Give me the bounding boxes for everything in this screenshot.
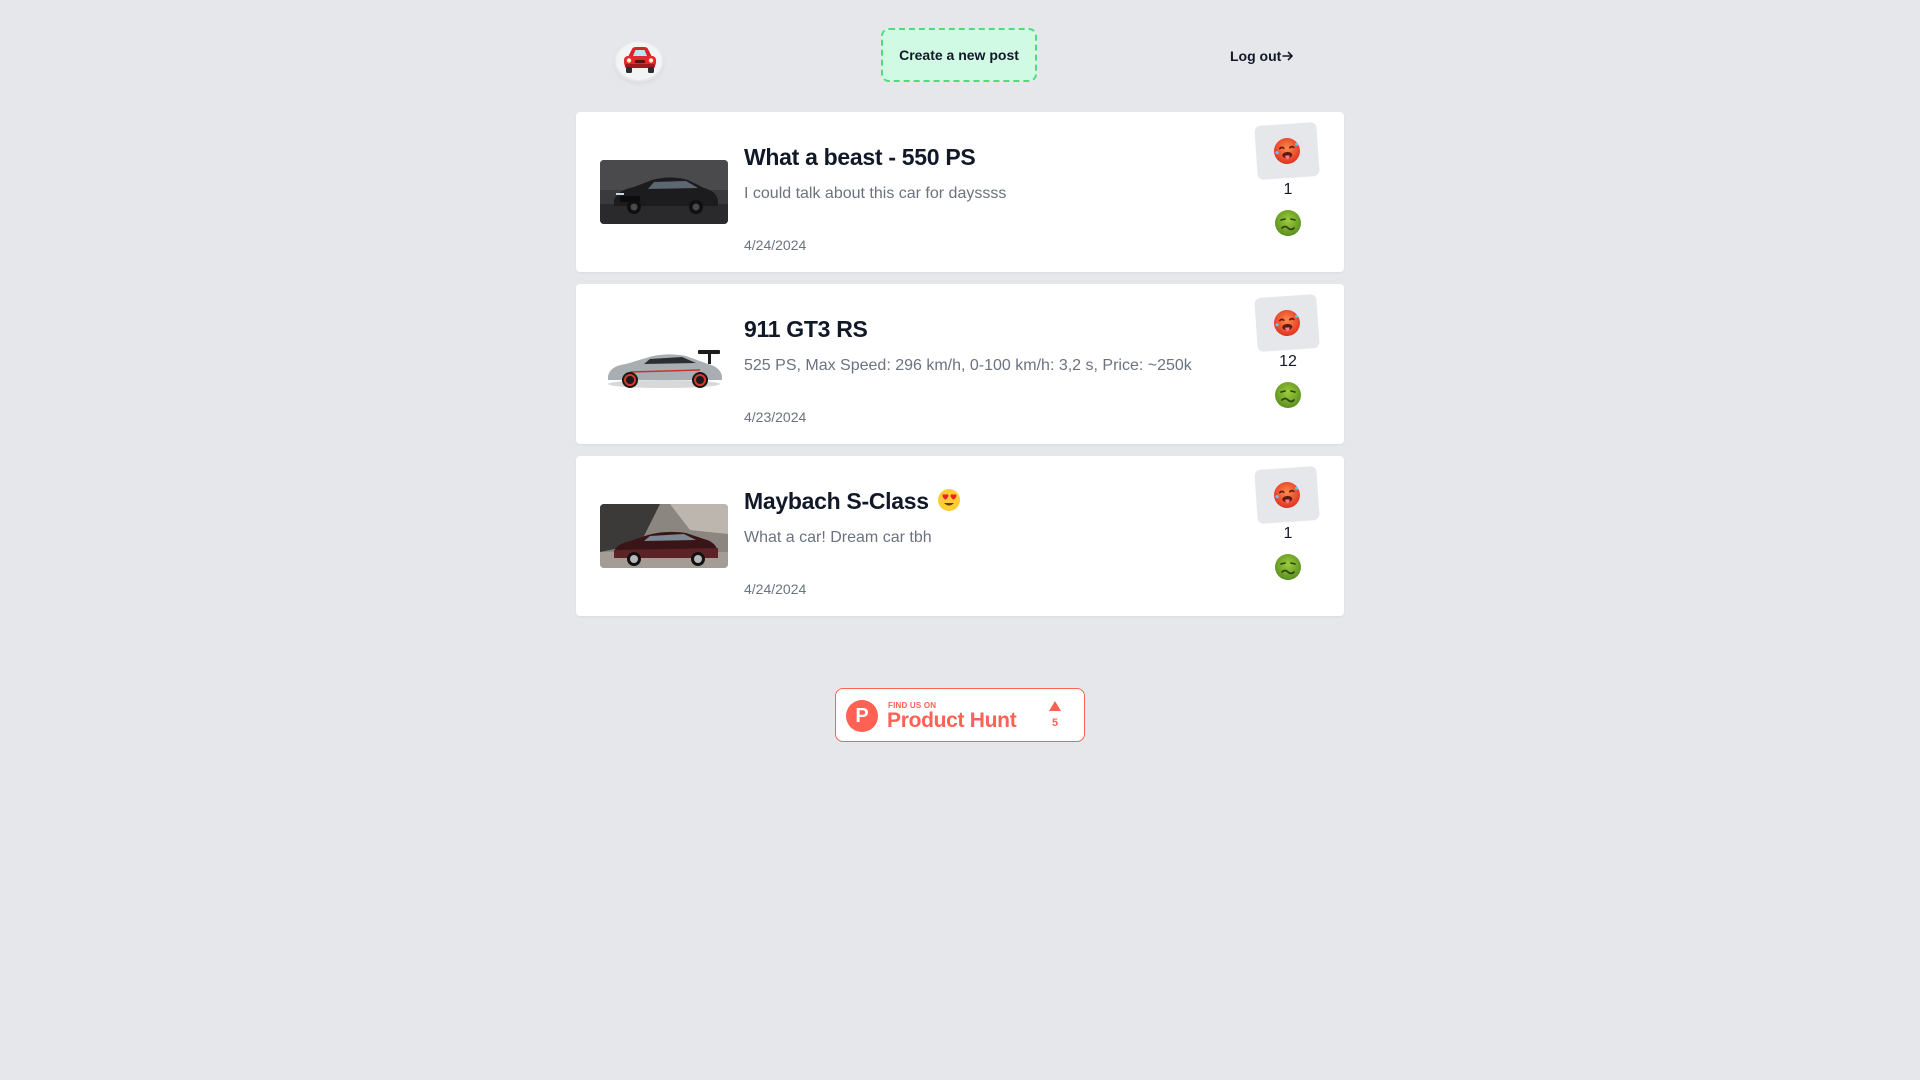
post-title[interactable]: Maybach S-Class [744, 488, 961, 515]
post-description: I could talk about this car for dayssss [744, 185, 1007, 202]
post-thumbnail[interactable] [600, 160, 728, 224]
logout-label: Log out [1230, 48, 1282, 64]
vote-panel: 1 [1254, 121, 1320, 238]
post-title-text: 911 GT3 RS [744, 316, 868, 342]
post-date: 4/23/2024 [744, 409, 807, 425]
vote-count: 1 [1283, 525, 1293, 542]
hot-face-emoji-icon [1274, 138, 1300, 164]
nauseated-face-emoji-icon [1275, 382, 1301, 408]
create-post-button[interactable]: Create a new post [881, 28, 1037, 82]
vote-panel: 1 [1254, 465, 1320, 582]
product-hunt-logo-icon: P [846, 700, 878, 732]
post-list: What a beast - 550 PS I could talk about… [576, 112, 1344, 628]
top-nav: Create a new post Log out [0, 0, 1920, 112]
upvote-button[interactable] [1254, 293, 1320, 353]
home-logo[interactable] [614, 36, 666, 82]
hot-face-emoji-icon [1274, 310, 1300, 336]
upvote-button[interactable] [1254, 465, 1320, 525]
product-hunt-upvote-count: 5 [1051, 717, 1059, 729]
post-description: What a car! Dream car tbh [744, 529, 932, 546]
post-card[interactable]: What a beast - 550 PS I could talk about… [576, 112, 1344, 272]
post-title[interactable]: 911 GT3 RS [744, 316, 868, 343]
vote-count: 12 [1279, 353, 1297, 370]
heart-eyes-emoji-icon [937, 489, 960, 511]
downvote-button[interactable] [1256, 208, 1320, 238]
maroon-luxury-sedan-photo [600, 504, 728, 568]
post-description: 525 PS, Max Speed: 296 km/h, 0-100 km/h:… [744, 357, 1192, 374]
upvote-triangle-icon [1049, 701, 1061, 711]
dark-sports-coupe-photo [600, 160, 728, 224]
vote-count: 1 [1283, 181, 1293, 198]
post-thumbnail[interactable] [600, 332, 728, 396]
nauseated-face-emoji-icon [1275, 210, 1301, 236]
hot-face-emoji-icon [1274, 482, 1300, 508]
post-thumbnail[interactable] [600, 504, 728, 568]
post-title-text: What a beast - 550 PS [744, 144, 976, 170]
post-card[interactable]: 911 GT3 RS 525 PS, Max Speed: 296 km/h, … [576, 284, 1344, 444]
car-emoji-icon [624, 47, 656, 73]
product-hunt-title: Product Hunt [887, 709, 1017, 732]
product-hunt-badge[interactable]: P FIND US ON Product Hunt 5 [835, 688, 1085, 742]
post-card[interactable]: Maybach S-Class What a car! Dream car tb… [576, 456, 1344, 616]
post-date: 4/24/2024 [744, 237, 807, 253]
silver-race-car-photo [600, 332, 728, 396]
logout-link[interactable]: Log out [1230, 46, 1294, 66]
arrow-right-icon [1282, 51, 1294, 61]
downvote-button[interactable] [1256, 552, 1320, 582]
post-title-text: Maybach S-Class [744, 488, 929, 514]
downvote-button[interactable] [1256, 380, 1320, 410]
nauseated-face-emoji-icon [1275, 554, 1301, 580]
post-date: 4/24/2024 [744, 581, 807, 597]
post-title[interactable]: What a beast - 550 PS [744, 144, 976, 171]
upvote-button[interactable] [1254, 121, 1320, 181]
vote-panel: 12 [1254, 293, 1320, 410]
